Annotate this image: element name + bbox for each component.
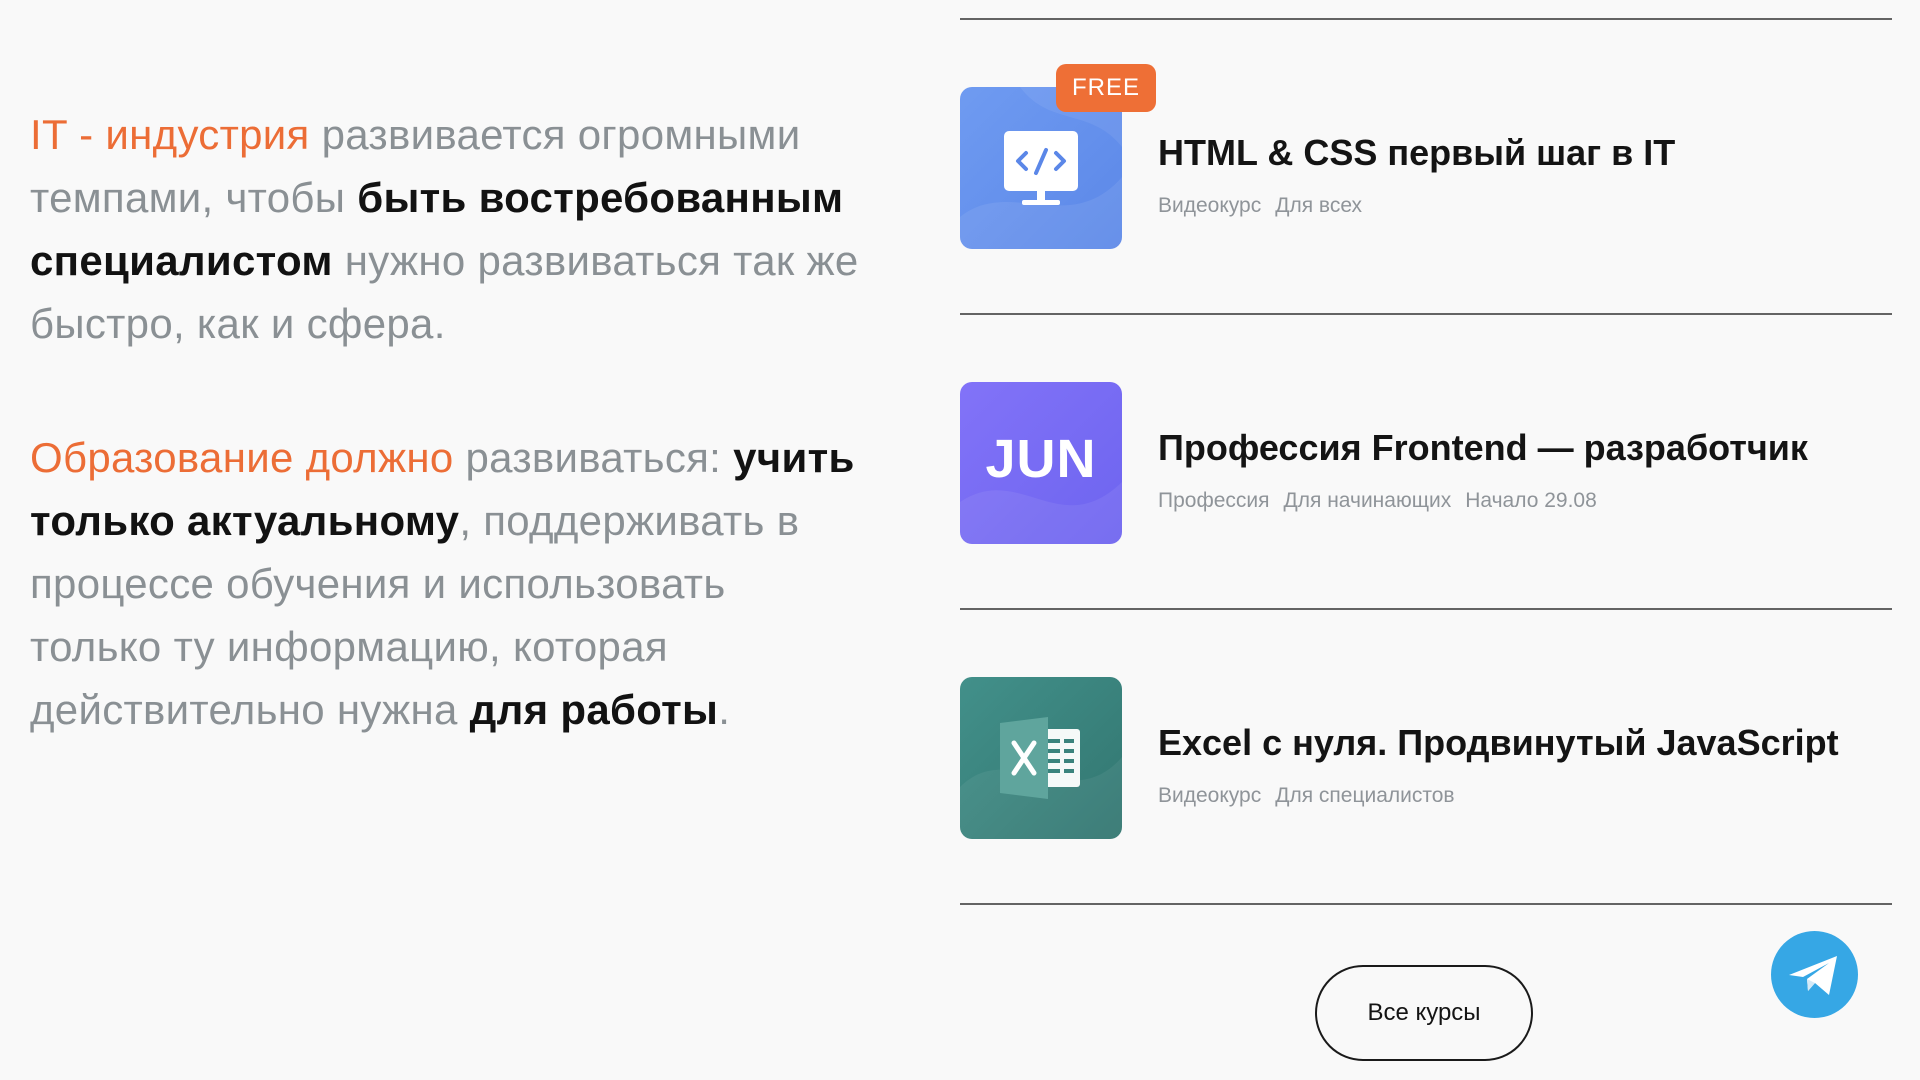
- course-tags: Видеокурс Для специалистов: [1158, 784, 1839, 808]
- course-thumbnail[interactable]: [960, 677, 1122, 839]
- course-tag: Профессия: [1158, 489, 1270, 512]
- thumb-text: JUN: [985, 429, 1097, 489]
- course-title[interactable]: Excel с нуля. Продвинутый JavaScript: [1158, 722, 1839, 764]
- intro-accent-1: IT - индустрия: [30, 111, 310, 158]
- intro-paragraph-1: IT - индустрия развивается огромными тем…: [30, 103, 860, 355]
- free-badge: FREE: [1056, 64, 1157, 112]
- course-tag: Видеокурс: [1158, 784, 1262, 807]
- course-tag: Для всех: [1275, 194, 1363, 217]
- intro-text-2c: .: [718, 686, 731, 733]
- intro-text-2a: развиваться:: [453, 434, 734, 481]
- course-card-html-css[interactable]: FREE HTML & CSS первый шаг в IT Видеокур…: [960, 20, 1892, 313]
- course-info: HTML & CSS первый шаг в IT Видеокурс Для …: [1158, 132, 1675, 218]
- intro-paragraph-2: Образование должно развиваться: учить то…: [30, 426, 860, 741]
- excel-icon: [1000, 717, 1080, 799]
- course-info: Профессия Frontend — разработчик Професс…: [1158, 427, 1808, 513]
- intro-text: IT - индустрия развивается огромными тем…: [30, 103, 860, 741]
- course-tag: Начало 29.08: [1465, 489, 1597, 512]
- course-list: FREE HTML & CSS первый шаг в IT Видеокур…: [960, 18, 1892, 905]
- course-title[interactable]: HTML & CSS первый шаг в IT: [1158, 132, 1675, 174]
- course-tags: Профессия Для начинающих Начало 29.08: [1158, 489, 1808, 513]
- telegram-button[interactable]: [1771, 931, 1858, 1018]
- course-title[interactable]: Профессия Frontend — разработчик: [1158, 427, 1808, 469]
- course-card-frontend[interactable]: JUN Профессия Frontend — разработчик Про…: [960, 315, 1892, 608]
- telegram-icon: [1789, 956, 1837, 995]
- course-info: Excel с нуля. Продвинутый JavaScript Вид…: [1158, 722, 1839, 808]
- intro-strong-2b: для работы: [469, 686, 719, 733]
- course-tag: Для начинающих: [1283, 489, 1452, 512]
- divider: [960, 903, 1892, 905]
- intro-accent-2: Образование должно: [30, 434, 454, 481]
- course-tag: Видеокурс: [1158, 194, 1262, 217]
- course-thumbnail[interactable]: JUN: [960, 382, 1122, 544]
- all-courses-button[interactable]: Все курсы: [1315, 965, 1533, 1061]
- course-card-excel[interactable]: Excel с нуля. Продвинутый JavaScript Вид…: [960, 610, 1892, 903]
- course-tags: Видеокурс Для всех: [1158, 194, 1675, 218]
- course-tag: Для специалистов: [1275, 784, 1455, 807]
